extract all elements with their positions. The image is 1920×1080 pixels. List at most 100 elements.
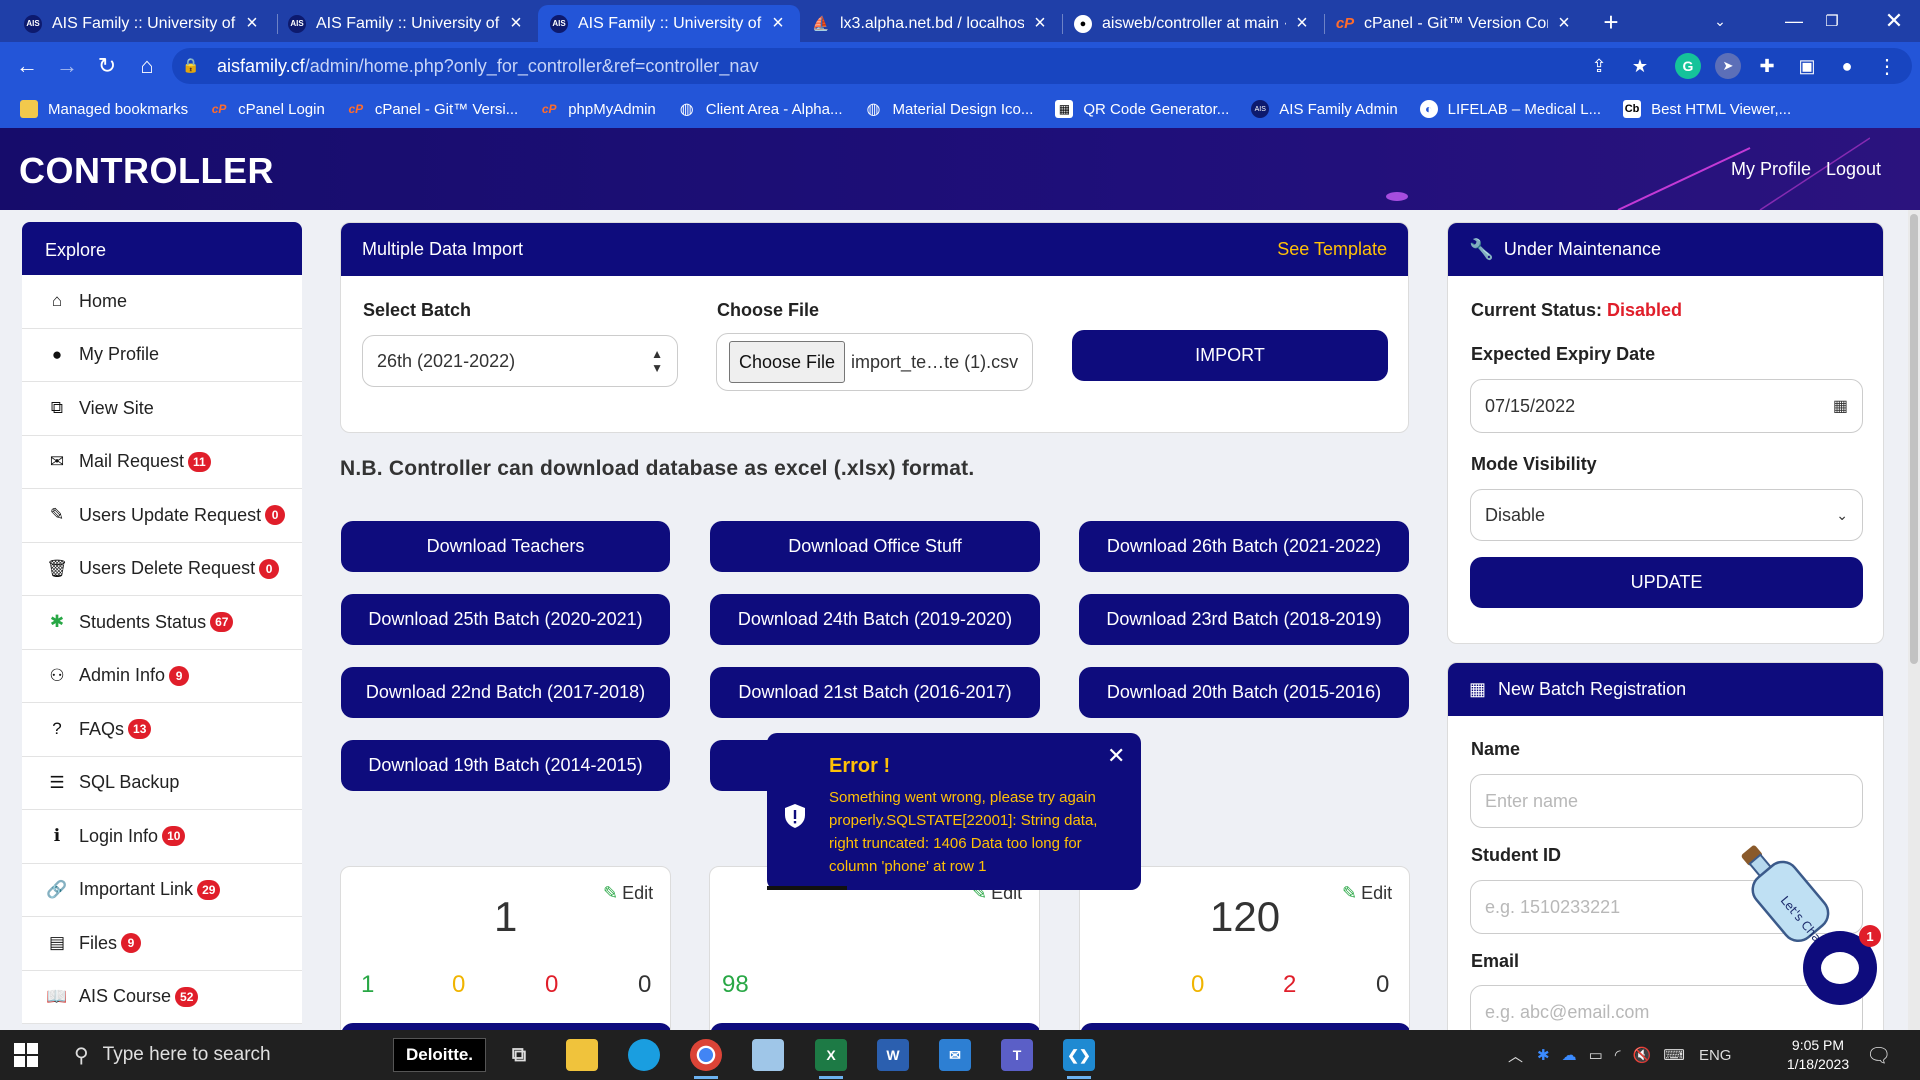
chevron-up-icon[interactable]: ︿	[1508, 1045, 1523, 1066]
file-input[interactable]: Choose File import_te…te (1).csv	[716, 333, 1033, 391]
taskbar-clock[interactable]: 9:05 PM 1/18/2023	[1768, 1036, 1868, 1074]
sidebar-item-users-update-request[interactable]: ✎ Users Update Request 0	[22, 489, 302, 543]
speaker-muted-icon[interactable]: 🔇	[1633, 1046, 1652, 1064]
browser-tab[interactable]: AIS AIS Family :: University of R ×	[12, 5, 274, 42]
see-template-link[interactable]: See Template	[1277, 239, 1387, 260]
download-21st-batch-button[interactable]: Download 21st Batch (2016-2017)	[710, 667, 1040, 718]
bookmark-item[interactable]: cP cPanel - Git™ Versi...	[347, 100, 518, 118]
download-23rd-batch-button[interactable]: Download 23rd Batch (2018-2019)	[1079, 594, 1409, 645]
stat-edit-link[interactable]: ✎ Edit	[603, 883, 653, 904]
bookmark-item[interactable]: ▦ QR Code Generator...	[1055, 100, 1229, 118]
browser-tab[interactable]: ⛵ lx3.alpha.net.bd / localhost ×	[800, 5, 1062, 42]
address-bar[interactable]: 🔒 aisfamily.cf/admin/home.php?only_for_c…	[172, 48, 1912, 84]
download-25th-batch-button[interactable]: Download 25th Batch (2020-2021)	[341, 594, 670, 645]
sidebar-item-users-delete-request[interactable]: 🗑 Users Delete Request 0	[22, 542, 302, 596]
download-22nd-batch-button[interactable]: Download 22nd Batch (2017-2018)	[341, 667, 670, 718]
sidebar-item-login-info[interactable]: ℹ Login Info 10	[22, 810, 302, 864]
restore-icon[interactable]: ❐	[1806, 0, 1858, 42]
taskbar-search-box[interactable]: ⚲ Type here to search	[60, 1030, 380, 1080]
reload-icon[interactable]: ↻	[90, 49, 124, 83]
sidebar-item-sql-backup[interactable]: ☰ SQL Backup	[22, 756, 302, 810]
browser-tab-active[interactable]: AIS AIS Family :: University of R ×	[538, 5, 800, 42]
windows-start-icon[interactable]	[14, 1043, 38, 1067]
task-view-icon[interactable]: ⧉	[503, 1039, 535, 1071]
choose-file-button[interactable]: Choose File	[729, 341, 846, 383]
deloitte-app-icon[interactable]: Deloitte.	[393, 1038, 486, 1072]
update-button[interactable]: UPDATE	[1470, 557, 1863, 608]
cursor-extension-icon[interactable]: ➤	[1715, 53, 1741, 79]
bookmark-item[interactable]: ◍ Client Area - Alpha...	[678, 100, 843, 119]
close-window-icon[interactable]: ✕	[1868, 0, 1920, 42]
download-20th-batch-button[interactable]: Download 20th Batch (2015-2016)	[1079, 667, 1409, 718]
close-tab-icon[interactable]: ×	[768, 12, 788, 35]
nav-logout-link[interactable]: Logout	[1826, 159, 1881, 180]
new-tab-button[interactable]: +	[1594, 5, 1628, 39]
grammarly-icon[interactable]: G	[1675, 53, 1701, 79]
bookmark-item[interactable]: Cb Best HTML Viewer,...	[1623, 100, 1791, 118]
file-explorer-icon[interactable]	[566, 1039, 598, 1071]
sidebar-item-ais-course[interactable]: 📖 AIS Course 52	[22, 970, 302, 1024]
notifications-icon[interactable]: 🗨	[1866, 1030, 1891, 1080]
teams-icon[interactable]: T	[1001, 1039, 1033, 1071]
sidebar-item-my-profile[interactable]: ● My Profile	[22, 328, 302, 382]
notepad-icon[interactable]	[752, 1039, 784, 1071]
chat-widget-button[interactable]: 1	[1803, 925, 1881, 1005]
vscode-icon[interactable]: ❮❯	[1063, 1039, 1095, 1079]
bookmark-item[interactable]: AIS AIS Family Admin	[1251, 100, 1398, 118]
email-input[interactable]: e.g. abc@email.com	[1470, 985, 1863, 1030]
sidebar-item-home[interactable]: ⌂ Home	[22, 275, 302, 329]
sidebar-item-important-link[interactable]: 🔗 Important Link 29	[22, 863, 302, 917]
mail-icon[interactable]: ✉	[939, 1039, 971, 1071]
side-panel-icon[interactable]: ▣	[1794, 53, 1820, 79]
home-icon[interactable]: ⌂	[130, 49, 164, 83]
close-tab-icon[interactable]: ×	[1030, 12, 1050, 35]
browser-tab[interactable]: AIS AIS Family :: University of R ×	[276, 5, 538, 42]
close-tab-icon[interactable]: ×	[1554, 12, 1574, 35]
mode-visibility-select[interactable]: Disable ⌄	[1470, 489, 1863, 541]
bookmark-item[interactable]: ◍ Material Design Ico...	[865, 100, 1034, 119]
toast-close-icon[interactable]: ✕	[1107, 743, 1125, 769]
sidebar-item-faqs[interactable]: ? FAQs 13	[22, 703, 302, 757]
bookmark-item[interactable]: ◐ LIFELAB – Medical L...	[1419, 100, 1601, 118]
sidebar-item-mail-request[interactable]: ✉ Mail Request 11	[22, 435, 302, 489]
expiry-date-input[interactable]: 07/15/2022 ▦	[1470, 379, 1863, 433]
keyboard-icon[interactable]: ⌨	[1663, 1046, 1685, 1064]
close-tab-icon[interactable]: ×	[242, 12, 262, 35]
close-tab-icon[interactable]: ×	[1292, 12, 1312, 35]
batch-select[interactable]: 26th (2021-2022) ▲ ▼	[362, 335, 678, 387]
import-button[interactable]: IMPORT	[1072, 330, 1388, 381]
close-tab-icon[interactable]: ×	[506, 12, 526, 35]
back-icon[interactable]: ←	[10, 49, 44, 83]
browser-tab[interactable]: cP cPanel - Git™ Version Contr ×	[1324, 5, 1586, 42]
forward-icon[interactable]: →	[50, 49, 84, 83]
sidebar-item-files[interactable]: ▤ Files 9	[22, 917, 302, 971]
nav-my-profile-link[interactable]: My Profile	[1731, 159, 1811, 180]
share-icon[interactable]: ⇪	[1586, 53, 1612, 79]
bookmark-item[interactable]: Managed bookmarks	[20, 100, 188, 118]
battery-icon[interactable]: ▭	[1589, 1046, 1603, 1064]
extensions-puzzle-icon[interactable]: ✚	[1754, 53, 1780, 79]
onedrive-icon[interactable]: ☁	[1562, 1046, 1577, 1064]
bluetooth-icon[interactable]: ✱	[1537, 1046, 1550, 1064]
excel-icon[interactable]: X	[815, 1039, 847, 1079]
download-26th-batch-button[interactable]: Download 26th Batch (2021-2022)	[1079, 521, 1409, 572]
bookmark-star-icon[interactable]: ★	[1627, 53, 1653, 79]
page-scrollbar[interactable]	[1908, 210, 1920, 1030]
sidebar-item-admin-info[interactable]: ⚇ Admin Info 9	[22, 649, 302, 703]
sidebar-item-view-site[interactable]: ⧉ View Site	[22, 382, 302, 436]
word-icon[interactable]: W	[877, 1039, 909, 1071]
chrome-icon[interactable]	[690, 1039, 722, 1079]
browser-menu-icon[interactable]: ⋮	[1874, 53, 1900, 79]
name-input[interactable]: Enter name	[1470, 774, 1863, 828]
bookmark-item[interactable]: cP cPanel Login	[210, 100, 325, 118]
download-office-stuff-button[interactable]: Download Office Stuff	[710, 521, 1040, 572]
input-language[interactable]: ENG	[1699, 1047, 1732, 1064]
stat-edit-link[interactable]: ✎ Edit	[1342, 883, 1392, 904]
wifi-icon[interactable]: ◜	[1615, 1046, 1621, 1064]
bookmark-item[interactable]: cP phpMyAdmin	[540, 100, 656, 118]
profile-icon[interactable]: ●	[1834, 53, 1860, 79]
browser-tab[interactable]: ● aisweb/controller at main · ×	[1062, 5, 1324, 42]
edge-icon[interactable]	[628, 1039, 660, 1071]
sidebar-item-students-status[interactable]: ✱ Students Status 67	[22, 596, 302, 650]
download-teachers-button[interactable]: Download Teachers	[341, 521, 670, 572]
